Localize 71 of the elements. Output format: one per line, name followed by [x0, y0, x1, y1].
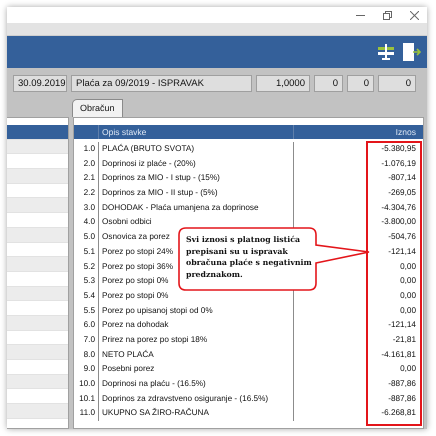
amount: -807,14 [388, 173, 416, 182]
amount: 0,00 [400, 262, 416, 270]
item-description: Doprinos za MIO - II stup - (5%) [102, 188, 218, 198]
text-field[interactable]: 0 [378, 75, 416, 92]
text-field[interactable]: 0 [347, 75, 374, 92]
text-field[interactable]: Plaća za 09/2019 - ISPRAVAK [71, 75, 252, 92]
item-description: NETO PLAĆA [102, 350, 154, 359]
amount: -121,14 [388, 246, 416, 256]
row-number: 5.1 [84, 246, 95, 256]
row-number: 2.2 [84, 188, 95, 198]
text-field[interactable]: 1,0000 [256, 75, 310, 92]
amount: -4.304,76 [381, 202, 416, 212]
amount: 0,00 [400, 306, 416, 315]
row-number: 4.0 [84, 217, 95, 226]
row-number: 5.0 [84, 232, 95, 242]
item-description: Porez po stopi 0% [102, 276, 168, 286]
row-number: 9.0 [84, 364, 95, 374]
row-number: 5.3 [84, 276, 95, 286]
row-number: 1.0 [84, 144, 95, 153]
row-number: 7.0 [84, 334, 95, 344]
row-number: 8.0 [84, 350, 95, 359]
amount: -887,86 [388, 379, 416, 388]
amount: -4.161,81 [381, 350, 416, 359]
item-description: Prirez na porez po stopi 18% [102, 334, 208, 344]
row-number: 10.1 [79, 394, 95, 403]
amount: -1.076,19 [381, 158, 416, 168]
restore-icon[interactable] [383, 10, 392, 20]
row-number: 6.0 [84, 320, 95, 330]
item-description: UKUPNO SA ŽIRO-RAČUNA [102, 408, 209, 418]
item-description: Porez na dohodak [102, 320, 168, 330]
column-header: Iznos [396, 127, 416, 137]
amount: 0,00 [400, 290, 416, 300]
row-number: 3.0 [84, 202, 95, 212]
amount: -21,81 [392, 334, 416, 344]
amount: -5.380,95 [381, 144, 416, 153]
amount: 0,00 [400, 276, 416, 286]
row-number: 11.0 [80, 408, 95, 418]
column-header: Opis stavke [102, 127, 146, 137]
item-description: PLAĆA (BRUTO SVOTA) [102, 144, 194, 153]
amount: -3.800,00 [381, 217, 416, 226]
row-number: 2.1 [84, 173, 95, 182]
text-field[interactable]: 30.09.2019 [13, 75, 67, 92]
item-description: Doprinosi na plaću - (16.5%) [102, 379, 206, 388]
amount: -121,14 [388, 320, 416, 330]
list-row[interactable] [7, 125, 68, 140]
row-number: 5.2 [84, 262, 95, 270]
text-field[interactable]: 0 [314, 75, 343, 92]
close-icon[interactable] [410, 10, 419, 20]
item-description: Osnovica za porez [102, 232, 170, 242]
item-description: Porez po upisanoj stopi od 0% [102, 306, 213, 315]
item-description: Posebni porez [102, 364, 154, 374]
item-description: Porez po stopi 36% [102, 262, 174, 270]
amount: -504,76 [388, 232, 416, 242]
tab[interactable]: Obračun [72, 99, 123, 117]
amount: -6.268,81 [381, 408, 416, 418]
amount: -269,05 [388, 188, 416, 198]
item-description: Doprinos za zdravstveno osiguranje - (16.5%) [102, 394, 268, 403]
exit-icon[interactable] [403, 43, 421, 61]
item-description: Osobni odbici [102, 217, 152, 226]
item-description: Porez po stopi 0% [102, 290, 168, 300]
amount: 0,00 [400, 364, 416, 374]
row-number: 5.4 [84, 290, 95, 300]
item-description: Doprinos za MIO - I stup - (15%) [102, 173, 220, 182]
item-description: DOHODAK - Plaća umanjena za doprinose [102, 202, 259, 212]
item-description: Doprinosi iz plaće - (20%) [102, 158, 196, 168]
row-number: 2.0 [84, 158, 95, 168]
signpost-icon[interactable] [378, 44, 394, 60]
row-number: 10.0 [79, 379, 95, 388]
amount: -887,86 [388, 394, 416, 403]
row-number: 5.5 [84, 306, 95, 315]
item-description: Porez po stopi 24% [102, 246, 174, 256]
